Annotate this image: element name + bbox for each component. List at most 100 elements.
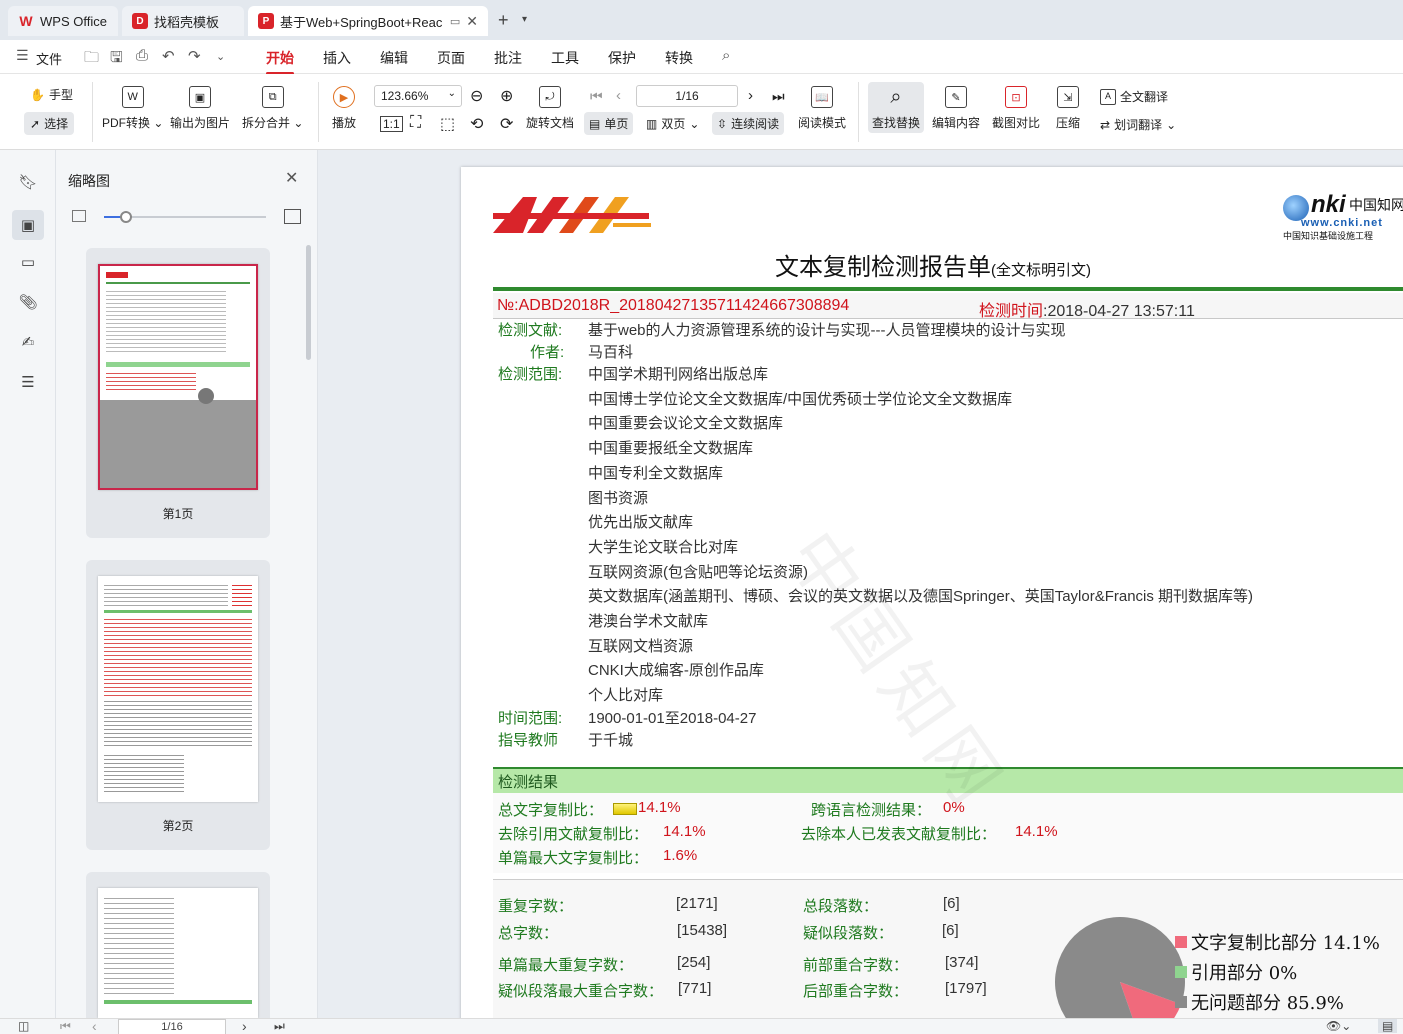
status-page-input[interactable]: 1/16 [118,1019,226,1034]
signature-icon[interactable]: ✍ [18,332,38,352]
chevron-down-icon[interactable]: ▾ [522,14,527,25]
prev-page-icon[interactable]: ‹ [92,1018,97,1034]
last-page-icon[interactable]: ⏭ [772,88,785,105]
thumbnail-icon[interactable]: ▣ [12,210,44,240]
redo-icon[interactable]: ↷ [188,47,201,65]
title-rule [493,287,1403,291]
suspect-max-label: 疑似段落最大重合字数： [498,983,664,1000]
thumbnail-page-2[interactable]: 第2页 [86,560,270,850]
hand-tool-button[interactable]: ✋ 手型 [30,86,73,103]
hand-label: 手型 [48,88,73,102]
tab-docer[interactable]: D 找稻壳模板 [122,6,244,36]
thumbnail-page-3[interactable] [86,872,270,1018]
export-image-button[interactable]: ▣ 输出为图片 [170,86,230,131]
thumb-result-text [106,370,196,390]
folder-icon[interactable]: 🗀 [84,47,99,72]
crop-compare-button[interactable]: ⊡ 截图对比 [992,86,1040,131]
menu-protect[interactable]: 保护 [608,48,636,68]
copy-ratio-bar [613,803,637,815]
side-toolbar: 🔖︎ ▣ ▭ 📎︎ ✍ ☰ [0,150,56,1018]
chevron-down-icon[interactable]: ⌄ [216,50,225,63]
author-value: 马百科 [588,344,634,361]
thumbnail-page-1[interactable]: 第1页 [86,248,270,538]
report-title: 文本复制检测报告单(全文标明引文) [775,247,1091,282]
author-label: 作者: [530,344,565,361]
undo-icon[interactable]: ↶ [162,47,175,65]
prev-page-icon[interactable]: ‹ [616,87,621,104]
eye-icon[interactable]: 👁︎⌄ [1326,1019,1351,1033]
compress-button[interactable]: ⇲ 压缩 [1056,86,1080,131]
split-merge-button[interactable]: ⧉ 拆分合并 ⌄ [242,86,303,131]
find-replace-button[interactable]: ⌕ 查找替换 [868,82,925,133]
zoom-value: 123.66% [381,89,429,103]
back-overlap-value: [1797] [945,980,987,997]
attachment-icon[interactable]: 📎︎ [18,292,38,312]
last-page-icon[interactable]: ⏭ [274,1019,285,1034]
slider-handle[interactable] [120,211,132,223]
comment-icon[interactable]: ▭ [18,252,38,272]
zoom-in-icon[interactable]: ⊕ [500,86,513,106]
select-tool-button[interactable]: ➚ 选择 [24,112,75,135]
hamburger-icon[interactable]: ☰ [16,47,29,64]
first-page-icon[interactable]: ⏮ [590,88,603,105]
divider [858,82,859,142]
close-icon[interactable]: ✕ [466,13,478,30]
report-no-label: №: [497,297,519,314]
docer-icon: D [132,13,148,29]
menu-comment[interactable]: 批注 [494,48,522,68]
menu-tools[interactable]: 工具 [551,48,579,68]
amlc-logo [493,197,651,233]
fit-page-icon[interactable]: ⛶ [410,114,421,132]
pdf-convert-button[interactable]: W PDF转换 ⌄ [102,86,163,131]
thumb-text [104,582,228,608]
cross-lang-label: 跨语言检测结果： [811,802,932,819]
edit-content-button[interactable]: ✎ 编辑内容 [932,86,980,131]
document-viewport[interactable]: nki 中国知网 www.cnki.net 中国知识基础设施工程 文本复制检测报… [318,150,1403,1018]
menu-file[interactable]: 文件 [36,49,62,68]
double-page-button[interactable]: ▥ 双页 ⌄ [646,115,699,132]
scrollbar-thumb[interactable] [306,245,311,360]
zoom-out-icon[interactable]: ⊖ [470,86,483,106]
crop-compare-label: 截图对比 [992,116,1041,130]
rotate-left-icon[interactable]: ⟲ [470,114,483,134]
search-icon[interactable]: ⌕ [722,47,730,64]
menu-page[interactable]: 页面 [437,48,465,68]
zoom-select[interactable]: 123.66% ⌄ [374,85,462,107]
print-icon[interactable]: ⎙ [136,47,148,64]
rotate-document-button[interactable]: ⤾ 旋转文档 [526,86,574,131]
tab-current-pdf[interactable]: P 基于Web+SpringBoot+Reac ▭ ✕ [248,6,488,36]
read-mode-button[interactable]: 📖 阅读模式 [798,86,846,131]
menu-edit[interactable]: 编辑 [380,48,408,68]
screen-icon[interactable]: ▭ [450,15,460,28]
menu-bar: ☰ 文件 🗀 🖫 ⎙ ↶ ↷ ⌄ 开始 插入 编辑 页面 批注 工具 保护 转换… [0,40,1403,75]
word-translate-button[interactable]: ⇄ 划词翻译 ⌄ [1100,116,1176,133]
actual-size-icon[interactable]: 1:1 [380,116,403,132]
next-page-icon[interactable]: › [748,87,753,104]
menu-home[interactable]: 开始 [266,48,294,75]
page-view-icon[interactable]: ▤ [1378,1019,1398,1033]
new-tab-icon[interactable]: + [498,10,509,31]
menu-convert[interactable]: 转换 [665,48,693,68]
play-button[interactable]: ▶ 播放 [332,86,356,131]
legend-item: 引用部分 0% [1175,959,1297,985]
bookmark-icon[interactable]: 🔖︎ [18,172,38,192]
rotate-right-icon[interactable]: ⟳ [500,114,513,134]
sidebar-toggle-icon[interactable]: ◫ [18,1019,29,1033]
close-icon[interactable]: ✕ [285,168,298,188]
first-page-icon[interactable]: ⏮ [60,1019,71,1034]
save-icon[interactable]: 🖫 [110,47,123,72]
small-image-icon[interactable] [72,210,86,222]
next-page-icon[interactable]: › [242,1018,247,1034]
tab-wps-office[interactable]: W WPS Office [8,6,118,36]
layers-icon[interactable]: ☰ [18,372,38,392]
thumb-logo [106,272,128,278]
continuous-read-button[interactable]: ⇳ 连续阅读 [712,112,785,135]
menu-insert[interactable]: 插入 [323,48,351,68]
large-image-icon[interactable] [284,209,301,224]
single-page-button[interactable]: ▤ 单页 [584,112,634,135]
advisor-value: 于千城 [588,732,634,749]
fit-width-icon[interactable]: ⬚ [440,114,455,134]
full-translate-button[interactable]: A 全文翻译 [1100,88,1168,105]
page-number-input[interactable]: 1/16 [636,85,738,107]
crop-compare-icon: ⊡ [1005,86,1027,108]
